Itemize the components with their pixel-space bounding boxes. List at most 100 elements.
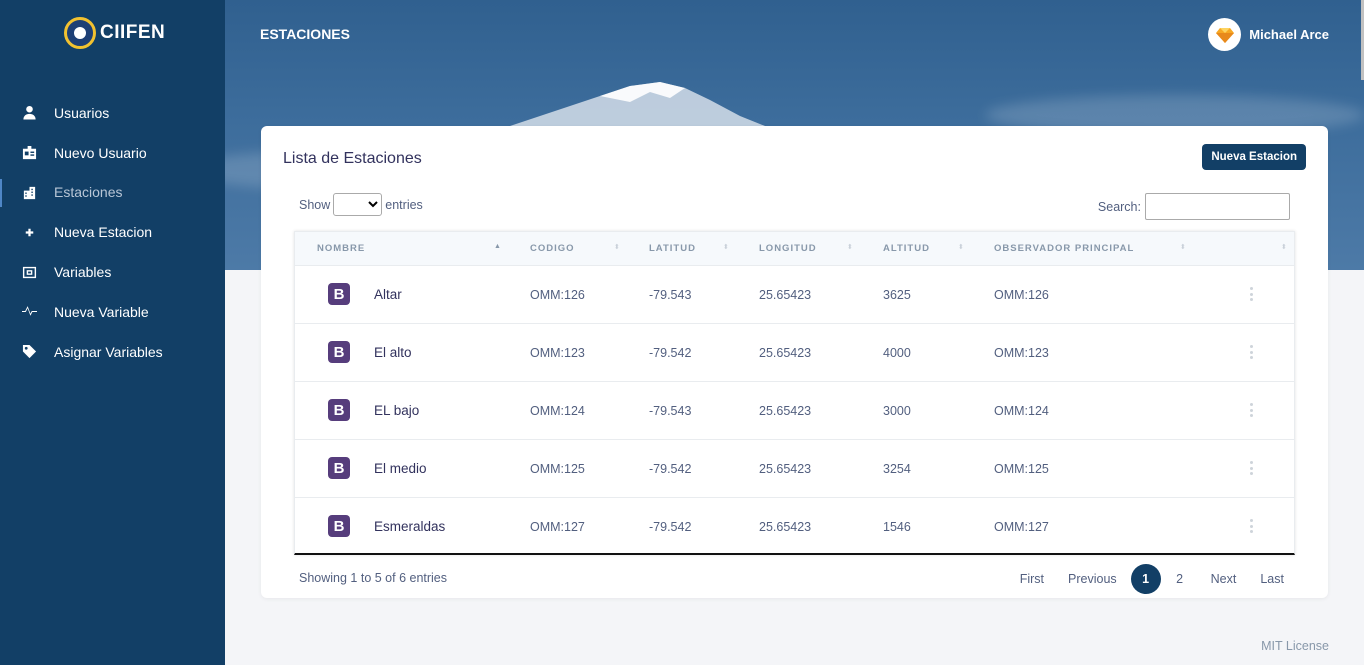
station-latitude: -79.543 [649, 404, 692, 418]
pagination-page-2[interactable]: 2 [1165, 564, 1195, 594]
sketch-icon [1215, 27, 1234, 43]
station-latitude: -79.543 [649, 288, 692, 302]
table-header: NOMBRE ▲ CODIGO ⬍ LATITUD ⬍ LONGITUD ⬍ A… [295, 232, 1294, 265]
bootstrap-icon: B [328, 399, 350, 421]
station-altitude: 1546 [883, 520, 911, 534]
station-code: OMM:125 [530, 462, 585, 476]
row-actions-kebab-icon[interactable] [1249, 519, 1253, 533]
entries-length-control: Show entries [299, 193, 423, 216]
bootstrap-icon: B [328, 283, 350, 305]
station-observer: OMM:126 [994, 288, 1049, 302]
station-observer: OMM:123 [994, 346, 1049, 360]
stations-card: Lista de Estaciones Nueva Estacion Show … [261, 126, 1328, 598]
sidebar-item-variables[interactable]: Variables [0, 252, 225, 292]
station-name: El alto [374, 345, 412, 360]
sort-icon: ⬍ [1281, 244, 1287, 251]
station-longitude: 25.65423 [759, 346, 812, 360]
sidebar-item-label: Nueva Estacion [54, 224, 153, 241]
station-name: Altar [374, 287, 402, 302]
building-icon [21, 184, 37, 200]
sidebar-item-label: Estaciones [54, 184, 123, 201]
station-code: OMM:127 [530, 520, 585, 534]
license-link[interactable]: MIT License [1261, 639, 1329, 653]
new-station-button[interactable]: Nueva Estacion [1202, 144, 1306, 170]
ciifen-logo-icon [64, 17, 96, 49]
pagination-first[interactable]: First [1020, 572, 1044, 586]
station-name: El medio [374, 461, 427, 476]
sidebar-item-label: Nuevo Usuario [54, 144, 147, 161]
table-info: Showing 1 to 5 of 6 entries [299, 571, 448, 585]
sort-icon: ⬍ [723, 244, 729, 251]
station-altitude: 4000 [883, 346, 911, 360]
avatar [1208, 18, 1242, 51]
memory-icon [21, 264, 37, 280]
show-label: Show [299, 197, 331, 212]
station-code: OMM:123 [530, 346, 585, 360]
sidebar-item-nueva-estacion[interactable]: Nueva Estacion [0, 212, 225, 252]
sort-icon: ⬍ [1180, 244, 1186, 251]
station-longitude: 25.65423 [759, 462, 812, 476]
search-input[interactable] [1145, 193, 1290, 220]
sidebar-item-label: Nueva Variable [54, 303, 149, 320]
sidebar-item-nuevo-usuario[interactable]: Nuevo Usuario [0, 133, 225, 173]
sort-icon: ⬍ [847, 244, 853, 251]
user-menu[interactable]: Michael Arce [1208, 18, 1329, 51]
row-actions-kebab-icon[interactable] [1249, 461, 1253, 475]
station-code: OMM:124 [530, 404, 585, 418]
column-header-observador[interactable]: OBSERVADOR PRINCIPAL [994, 243, 1134, 254]
pagination-page-1[interactable]: 1 [1130, 564, 1161, 594]
column-header-codigo[interactable]: CODIGO [530, 243, 575, 254]
sidebar: CIIFEN Usuarios Nuevo Usuario Estaciones… [0, 0, 225, 665]
sidebar-nav: Usuarios Nuevo Usuario Estaciones Nueva … [0, 93, 225, 372]
tag-icon [21, 344, 37, 360]
pagination-next[interactable]: Next [1211, 572, 1237, 586]
station-observer: OMM:124 [994, 404, 1049, 418]
page-title: ESTACIONES [260, 26, 350, 42]
station-name: EL bajo [374, 403, 420, 418]
search-control: Search: [1098, 193, 1290, 220]
station-code: OMM:126 [530, 288, 585, 302]
station-observer: OMM:125 [994, 462, 1049, 476]
sort-asc-icon: ▲ [494, 243, 501, 250]
station-observer: OMM:127 [994, 520, 1049, 534]
table-row: B Altar OMM:126 -79.543 25.65423 3625 OM… [295, 265, 1294, 323]
station-altitude: 3254 [883, 462, 911, 476]
bootstrap-icon: B [328, 515, 350, 537]
brand-name: CIIFEN [100, 22, 166, 43]
sort-icon: ⬍ [614, 244, 620, 251]
sidebar-item-label: Usuarios [54, 104, 110, 121]
row-actions-kebab-icon[interactable] [1249, 345, 1253, 359]
row-actions-kebab-icon[interactable] [1249, 287, 1253, 301]
station-latitude: -79.542 [649, 346, 692, 360]
brand-logo[interactable]: CIIFEN [64, 16, 165, 50]
column-header-latitud[interactable]: LATITUD [649, 243, 696, 254]
sidebar-item-estaciones[interactable]: Estaciones [0, 173, 225, 213]
search-label: Search: [1097, 199, 1141, 214]
sidebar-item-nueva-variable[interactable]: Nueva Variable [0, 292, 225, 332]
column-header-altitud[interactable]: ALTITUD [883, 243, 930, 254]
table-row: B Esmeraldas OMM:127 -79.542 25.65423 15… [295, 497, 1294, 555]
pagination-last[interactable]: Last [1260, 572, 1284, 586]
sidebar-item-usuarios[interactable]: Usuarios [0, 93, 225, 133]
entries-select[interactable] [333, 193, 383, 216]
station-latitude: -79.542 [649, 462, 692, 476]
table-row: B EL bajo OMM:124 -79.543 25.65423 3000 … [295, 381, 1294, 439]
card-title: Lista de Estaciones [283, 150, 422, 167]
station-altitude: 3625 [883, 288, 911, 302]
plus-icon [21, 224, 37, 240]
bootstrap-icon: B [328, 341, 350, 363]
column-header-nombre[interactable]: NOMBRE [317, 243, 365, 254]
stations-table: NOMBRE ▲ CODIGO ⬍ LATITUD ⬍ LONGITUD ⬍ A… [294, 231, 1295, 555]
pagination-previous[interactable]: Previous [1068, 572, 1117, 586]
user-icon [21, 105, 37, 121]
pagination: First Previous 1 2 Next Last [1020, 564, 1284, 594]
column-header-longitud[interactable]: LONGITUD [759, 243, 817, 254]
table-row: B El medio OMM:125 -79.542 25.65423 3254… [295, 439, 1294, 497]
row-actions-kebab-icon[interactable] [1249, 403, 1253, 417]
sidebar-item-label: Asignar Variables [54, 343, 163, 360]
station-longitude: 25.65423 [759, 404, 812, 418]
entries-label: entries [385, 197, 423, 212]
bootstrap-icon: B [328, 457, 350, 479]
sidebar-item-asignar-variables[interactable]: Asignar Variables [0, 332, 225, 372]
heartbeat-icon [21, 304, 37, 320]
